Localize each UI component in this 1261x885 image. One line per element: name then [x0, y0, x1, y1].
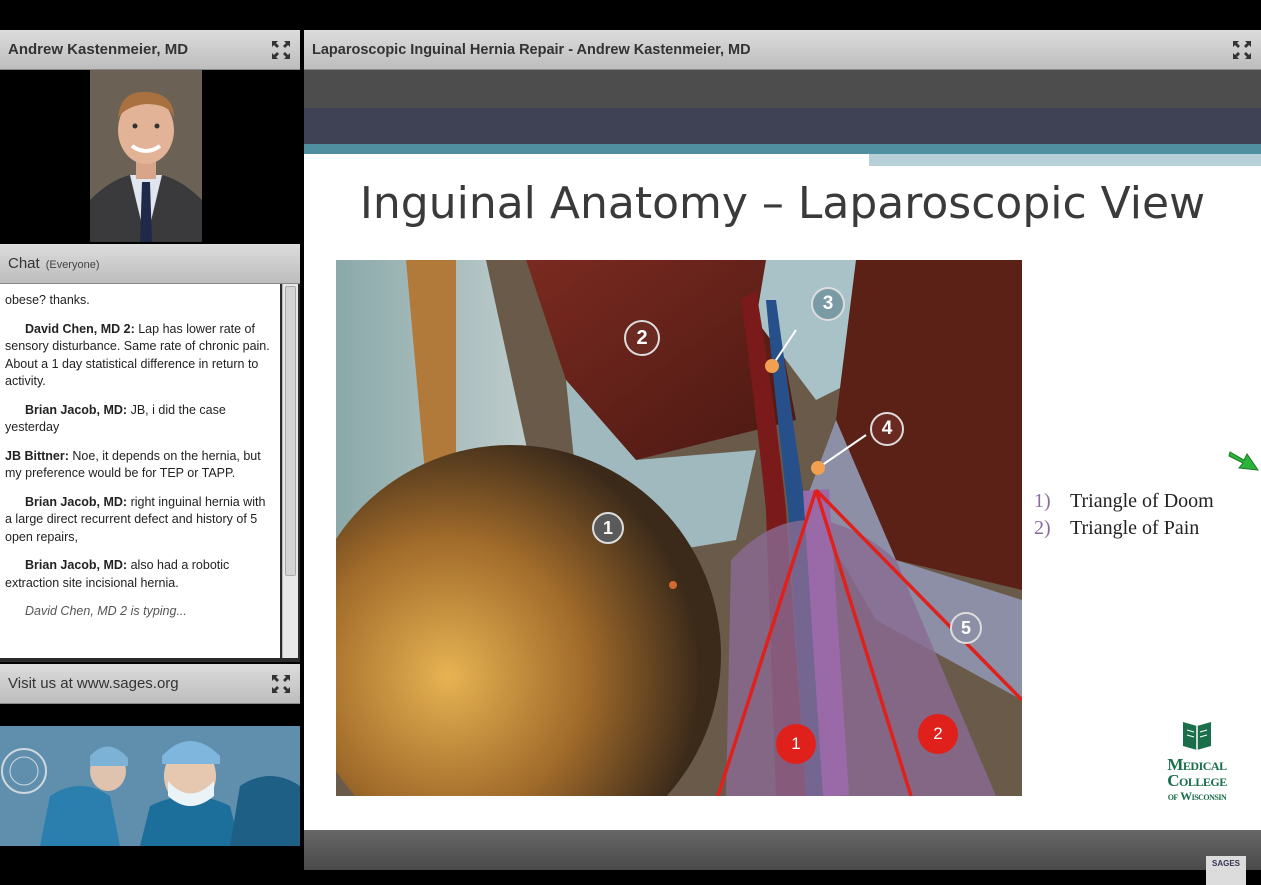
slide-band-teal — [304, 144, 1261, 154]
chat-message: David Chen, MD 2: Lap has lower rate of … — [5, 321, 274, 391]
chat-messages: obese? thanks. David Chen, MD 2: Lap has… — [0, 284, 280, 658]
camera-pod-header: Andrew Kastenmeier, MD — [0, 30, 300, 70]
sages-pod-header: Visit us at www.sages.org — [0, 664, 300, 704]
anatomy-illustration: 1 2 3 4 5 1 2 — [304, 260, 1024, 865]
sages-mini-logo[interactable]: SAGES — [1206, 856, 1246, 885]
chat-text: obese? thanks. — [5, 293, 90, 307]
chat-message: Brian Jacob, MD: right inguinal hernia w… — [5, 494, 274, 547]
chat-scrollbar[interactable] — [282, 284, 298, 658]
legend-text: Triangle of Doom — [1070, 490, 1214, 512]
presentation-title: Laparoscopic Inguinal Hernia Repair - An… — [312, 41, 751, 58]
chat-pod-header: Chat (Everyone) — [0, 244, 300, 284]
maximize-icon[interactable] — [270, 673, 292, 695]
chat-sender: Brian Jacob, MD: — [25, 494, 128, 509]
typing-indicator: David Chen, MD 2 is typing... — [25, 604, 187, 618]
sages-pod: Visit us at www.sages.org — [0, 664, 300, 869]
legend-number: 1) — [1034, 490, 1051, 512]
figure-marker-1: 1 — [592, 512, 624, 544]
green-arrow-icon — [1228, 446, 1260, 477]
chat-message: Brian Jacob, MD: also had a robotic extr… — [5, 557, 274, 592]
slide: Inguinal Anatomy – Laparoscopic View 1 2… — [304, 108, 1261, 868]
sages-banner[interactable] — [0, 704, 300, 869]
presentation-pod: Laparoscopic Inguinal Hernia Repair - An… — [304, 30, 1261, 870]
triangle-label-2: 2 — [918, 714, 958, 754]
figure-marker-5: 5 — [950, 612, 982, 644]
chat-sender: David Chen, MD 2: — [25, 321, 135, 336]
figure-marker-3: 3 — [811, 287, 845, 321]
chat-sender: Brian Jacob, MD: — [25, 558, 128, 572]
figure-marker-2: 2 — [624, 320, 660, 356]
chat-scope: (Everyone) — [45, 259, 100, 271]
legend-item: 1) Triangle of Doom — [1034, 490, 1220, 513]
medical-college-logo: Medical College of Wisconsin — [1142, 720, 1252, 803]
slide-band-dark — [304, 108, 1261, 144]
slide-title: Inguinal Anatomy – Laparoscopic View — [359, 178, 1206, 229]
chat-sender: Brian Jacob, MD: — [25, 402, 128, 417]
slide-area: Inguinal Anatomy – Laparoscopic View 1 2… — [304, 70, 1261, 870]
chat-message: obese? thanks. — [5, 292, 274, 310]
presentation-header: Laparoscopic Inguinal Hernia Repair - An… — [304, 30, 1261, 70]
logo-line-3: of Wisconsin — [1167, 789, 1227, 803]
logo-book-icon — [1183, 722, 1211, 750]
maximize-icon[interactable] — [270, 39, 292, 61]
legend-number: 2) — [1034, 517, 1051, 539]
slide-legend: 1) Triangle of Doom 2) Triangle of Pain — [1034, 490, 1220, 544]
surgery-photo — [0, 726, 300, 846]
camera-video — [0, 70, 300, 242]
slide-band-light — [869, 154, 1261, 166]
chat-sender: JB Bittner: — [5, 448, 69, 463]
camera-pod: Andrew Kastenmeier, MD — [0, 30, 300, 242]
chat-message: Brian Jacob, MD: JB, i did the case yest… — [5, 402, 274, 437]
presenter-portrait — [90, 70, 202, 242]
legend-item: 2) Triangle of Pain — [1034, 517, 1220, 540]
figure-marker-4: 4 — [870, 412, 904, 446]
logo-line-2: College — [1167, 771, 1227, 790]
chat-title: Chat — [8, 255, 40, 272]
triangle-label-1: 1 — [776, 724, 816, 764]
chat-message: JB Bittner: Noe, it depends on the herni… — [5, 448, 274, 483]
legend-text: Triangle of Pain — [1070, 517, 1200, 539]
chat-scroll-thumb[interactable] — [285, 286, 296, 576]
camera-pod-title: Andrew Kastenmeier, MD — [8, 41, 189, 58]
chat-pod: Chat (Everyone) obese? thanks. David Chen… — [0, 244, 300, 662]
presentation-bottom-bar — [304, 830, 1261, 870]
maximize-icon[interactable] — [1231, 39, 1253, 61]
sages-pod-title: Visit us at www.sages.org — [8, 675, 179, 692]
